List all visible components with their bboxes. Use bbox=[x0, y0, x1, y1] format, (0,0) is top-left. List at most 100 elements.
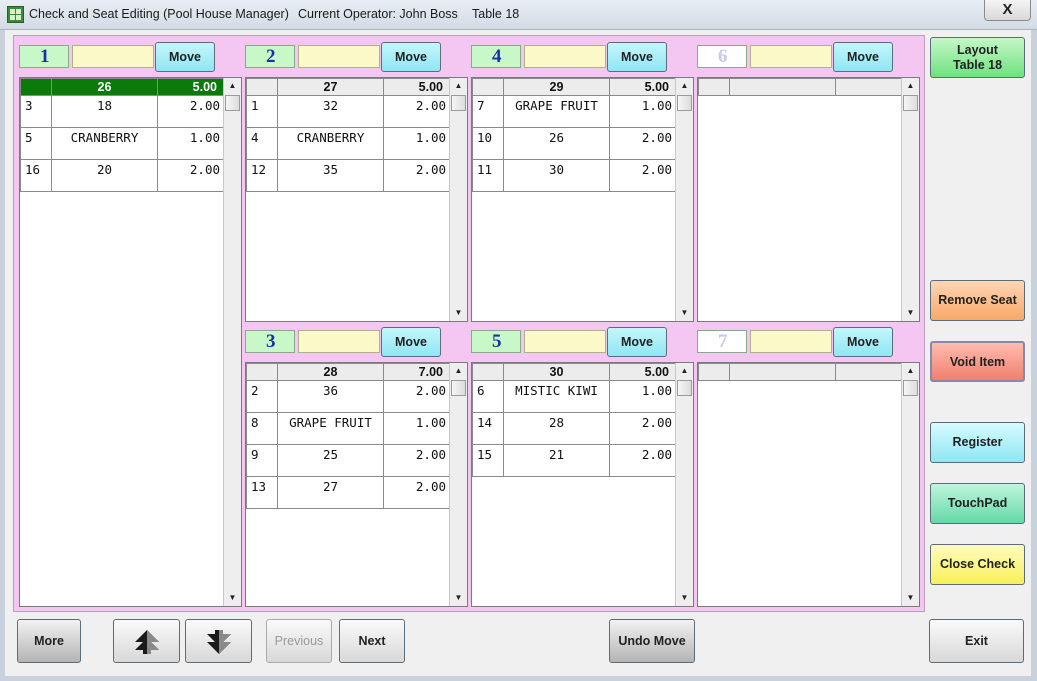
scroll-up-arrow-icon[interactable]: ▲ bbox=[676, 78, 693, 94]
seat-number-badge[interactable]: 1 bbox=[19, 45, 69, 68]
seat-name-field[interactable] bbox=[298, 45, 380, 68]
seat-name-field[interactable] bbox=[72, 45, 154, 68]
table-row[interactable]: 13 27 2.00 bbox=[246, 476, 450, 509]
scroll-down-arrow-icon[interactable]: ▼ bbox=[902, 305, 919, 321]
item-cell: 18 bbox=[51, 95, 158, 128]
move-button[interactable]: Move bbox=[607, 327, 667, 357]
seat-name-field[interactable] bbox=[750, 330, 832, 353]
move-button[interactable]: Move bbox=[381, 327, 441, 357]
scroll-thumb[interactable] bbox=[451, 380, 466, 396]
table-header-row[interactable]: 27 5.00 bbox=[246, 78, 450, 96]
vertical-scrollbar[interactable]: ▲ ▼ bbox=[901, 363, 919, 606]
seq-cell: 9 bbox=[246, 444, 278, 477]
scroll-thumb[interactable] bbox=[677, 380, 692, 396]
move-button[interactable]: Move bbox=[381, 42, 441, 72]
table-row[interactable]: 5 CRANBERRY 1.00 bbox=[20, 127, 224, 160]
scroll-down-arrow-icon[interactable]: ▼ bbox=[224, 590, 241, 606]
scroll-up-arrow-icon[interactable]: ▲ bbox=[676, 363, 693, 379]
scroll-thumb[interactable] bbox=[451, 95, 466, 111]
scroll-down-arrow-icon[interactable]: ▼ bbox=[450, 305, 467, 321]
table-row[interactable]: 8 GRAPE FRUIT 1.00 bbox=[246, 412, 450, 445]
seq-cell: 12 bbox=[246, 159, 278, 192]
table-row[interactable]: 1 32 2.00 bbox=[246, 95, 450, 128]
table-row[interactable]: 7 GRAPE FRUIT 1.00 bbox=[472, 95, 676, 128]
table-row[interactable]: 3 18 2.00 bbox=[20, 95, 224, 128]
move-button[interactable]: Move bbox=[833, 327, 893, 357]
seat-number-badge[interactable]: 4 bbox=[471, 45, 521, 68]
scroll-thumb[interactable] bbox=[903, 380, 918, 396]
move-button[interactable]: Move bbox=[833, 42, 893, 72]
vertical-scrollbar[interactable]: ▲ ▼ bbox=[449, 78, 467, 321]
seat-items-grid: ▲ ▼ bbox=[697, 362, 920, 607]
register-button[interactable]: Register bbox=[930, 422, 1025, 463]
move-button[interactable]: Move bbox=[607, 42, 667, 72]
table-row[interactable]: 16 20 2.00 bbox=[20, 159, 224, 192]
header-seq-cell bbox=[246, 363, 278, 381]
scroll-up-arrow-icon[interactable]: ▲ bbox=[902, 363, 919, 379]
scroll-up-arrow-icon[interactable]: ▲ bbox=[224, 78, 241, 94]
seat-number-badge[interactable]: 6 bbox=[697, 45, 747, 68]
table-header-row[interactable]: 28 7.00 bbox=[246, 363, 450, 381]
exit-button[interactable]: Exit bbox=[929, 619, 1024, 663]
table-row[interactable]: 11 30 2.00 bbox=[472, 159, 676, 192]
seat-number-badge[interactable]: 7 bbox=[697, 330, 747, 353]
seat-name-field[interactable] bbox=[524, 45, 606, 68]
price-cell: 1.00 bbox=[609, 95, 676, 128]
scroll-down-arrow-icon[interactable]: ▼ bbox=[676, 305, 693, 321]
table-row[interactable]: 12 35 2.00 bbox=[246, 159, 450, 192]
scroll-thumb[interactable] bbox=[903, 95, 918, 111]
layout-table-button[interactable]: Layout Table 18 bbox=[930, 37, 1025, 78]
price-cell: 2.00 bbox=[383, 444, 450, 477]
scroll-up-arrow-icon[interactable]: ▲ bbox=[450, 363, 467, 379]
window-title: Check and Seat Editing (Pool House Manag… bbox=[29, 7, 289, 21]
table-row[interactable]: 9 25 2.00 bbox=[246, 444, 450, 477]
items-table: 28 7.00 2 36 2.00 8 GRAPE FRUIT 1.00 9 25 2.00 13 27… bbox=[246, 363, 450, 509]
scroll-thumb[interactable] bbox=[677, 95, 692, 111]
scroll-up-button[interactable] bbox=[113, 619, 180, 663]
header-item-cell bbox=[729, 78, 836, 96]
vertical-scrollbar[interactable]: ▲ ▼ bbox=[223, 78, 241, 606]
table-header-row[interactable]: 30 5.00 bbox=[472, 363, 676, 381]
touchpad-button[interactable]: TouchPad bbox=[930, 483, 1025, 524]
seat-name-field[interactable] bbox=[524, 330, 606, 353]
remove-seat-button[interactable]: Remove Seat bbox=[930, 280, 1025, 321]
next-button[interactable]: Next bbox=[339, 619, 405, 663]
scroll-down-arrow-icon[interactable]: ▼ bbox=[450, 590, 467, 606]
vertical-scrollbar[interactable]: ▲ ▼ bbox=[675, 78, 693, 321]
table-row[interactable]: 15 21 2.00 bbox=[472, 444, 676, 477]
seq-cell: 11 bbox=[472, 159, 504, 192]
items-table: 26 5.00 3 18 2.00 5 CRANBERRY 1.00 16 20 2.00 bbox=[20, 78, 224, 192]
seat-number-badge[interactable]: 5 bbox=[471, 330, 521, 353]
scroll-up-arrow-icon[interactable]: ▲ bbox=[450, 78, 467, 94]
void-item-button[interactable]: Void Item bbox=[930, 341, 1025, 382]
table-row[interactable]: 6 MISTIC KIWI 1.00 bbox=[472, 380, 676, 413]
table-row[interactable]: 4 CRANBERRY 1.00 bbox=[246, 127, 450, 160]
seat-name-field[interactable] bbox=[750, 45, 832, 68]
vertical-scrollbar[interactable]: ▲ ▼ bbox=[449, 363, 467, 606]
seat-number-badge[interactable]: 3 bbox=[245, 330, 295, 353]
window-close-button[interactable]: X bbox=[984, 0, 1031, 21]
table-header-row[interactable]: 29 5.00 bbox=[472, 78, 676, 96]
vertical-scrollbar[interactable]: ▲ ▼ bbox=[901, 78, 919, 321]
scroll-down-button[interactable] bbox=[185, 619, 252, 663]
table-row[interactable]: 2 36 2.00 bbox=[246, 380, 450, 413]
vertical-scrollbar[interactable]: ▲ ▼ bbox=[675, 363, 693, 606]
more-button[interactable]: More bbox=[17, 619, 81, 663]
table-header-row[interactable]: 26 5.00 bbox=[20, 78, 224, 96]
previous-button[interactable]: Previous bbox=[266, 619, 332, 663]
table-row[interactable]: 10 26 2.00 bbox=[472, 127, 676, 160]
seat-name-field[interactable] bbox=[298, 330, 380, 353]
scroll-thumb[interactable] bbox=[225, 95, 240, 111]
seat-number-badge[interactable]: 2 bbox=[245, 45, 295, 68]
table-row[interactable]: 14 28 2.00 bbox=[472, 412, 676, 445]
move-button[interactable]: Move bbox=[155, 42, 215, 72]
scroll-down-arrow-icon[interactable]: ▼ bbox=[676, 590, 693, 606]
scroll-down-arrow-icon[interactable]: ▼ bbox=[902, 590, 919, 606]
table-header-row[interactable] bbox=[698, 363, 902, 381]
price-cell: 1.00 bbox=[383, 127, 450, 160]
scroll-up-arrow-icon[interactable]: ▲ bbox=[902, 78, 919, 94]
table-header-row[interactable] bbox=[698, 78, 902, 96]
layout-label: Layout bbox=[957, 43, 998, 57]
close-check-button[interactable]: Close Check bbox=[930, 544, 1025, 585]
undo-move-button[interactable]: Undo Move bbox=[609, 619, 695, 663]
